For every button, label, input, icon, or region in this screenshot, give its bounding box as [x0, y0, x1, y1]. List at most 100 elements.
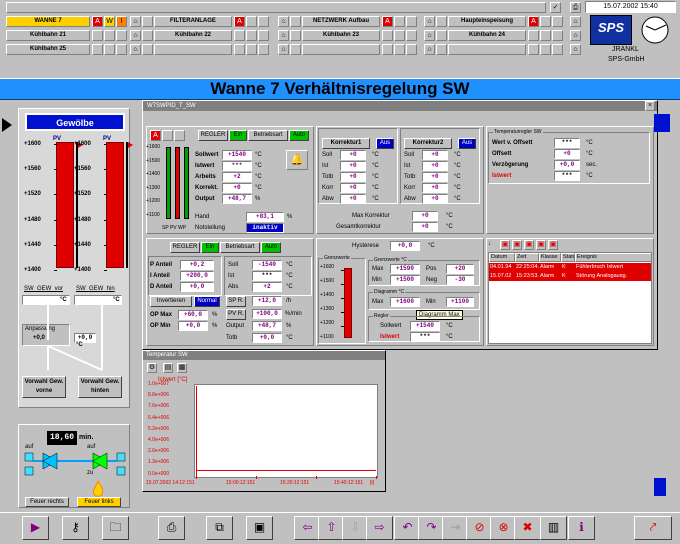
- notstellung-value[interactable]: inaktiv: [246, 223, 284, 233]
- bell-icon[interactable]: ⌂: [570, 16, 581, 27]
- status-kuehlbahn21[interactable]: Kühlbahn 21: [6, 30, 90, 41]
- korrektur-aus-button[interactable]: Aus: [376, 138, 394, 149]
- bell-icon[interactable]: ⌂: [424, 16, 435, 27]
- bell-icon[interactable]: ⌂: [278, 44, 289, 55]
- korrektur-aus-button[interactable]: Aus: [458, 138, 476, 149]
- pv-r-value[interactable]: +100,0: [252, 309, 282, 319]
- alarm-tool-icon[interactable]: ▣: [536, 240, 546, 250]
- grenz-pos-value[interactable]: +20: [446, 264, 474, 274]
- alarm-tool-icon[interactable]: ▣: [524, 240, 534, 250]
- grenz-max-value[interactable]: +1590: [390, 264, 420, 274]
- regler-row-value[interactable]: +2: [222, 172, 252, 182]
- alarm-tool-icon[interactable]: ▣: [512, 240, 522, 250]
- pv-r-button[interactable]: PV R.: [226, 309, 246, 320]
- folder-button[interactable]: 🗀: [102, 516, 129, 540]
- invertieren-button[interactable]: Invertieren: [150, 296, 192, 307]
- no-entry-button[interactable]: ⊘: [466, 516, 493, 540]
- bell-icon[interactable]: ⌂: [278, 16, 289, 27]
- trend-plot-area[interactable]: [194, 384, 378, 478]
- alarm-header-cell[interactable]: Ereignis: [575, 253, 651, 262]
- pid-row-value[interactable]: +0,0: [180, 282, 214, 292]
- korrektur-row-value[interactable]: +0: [340, 183, 366, 193]
- settings-icon[interactable]: ⚙: [147, 363, 157, 373]
- bell-icon[interactable]: ⌂: [130, 44, 141, 55]
- bell-icon[interactable]: ⌂: [130, 16, 141, 27]
- block-button[interactable]: ⊗: [490, 516, 517, 540]
- normal-button[interactable]: Normal: [194, 296, 220, 307]
- grenz-min-value[interactable]: +1500: [390, 275, 420, 285]
- status-haupteinspeisung[interactable]: Haupteinspeisung: [448, 16, 526, 27]
- op-min-value[interactable]: +0,0: [178, 321, 208, 331]
- status-wanne7[interactable]: WANNE 7: [6, 16, 90, 27]
- key-button[interactable]: ⚷: [62, 516, 89, 540]
- regler-row-value[interactable]: ***: [222, 161, 252, 171]
- display-button[interactable]: ▣: [246, 516, 273, 540]
- printer-button[interactable]: ⎙: [158, 516, 185, 540]
- copy-button[interactable]: ⧉: [206, 516, 233, 540]
- diagramm-min-value[interactable]: +1100: [446, 297, 474, 307]
- status-kuehlbahn25[interactable]: Kühlbahn 25: [6, 44, 90, 55]
- status-empty[interactable]: [154, 44, 232, 55]
- alarm-header-cell[interactable]: Datum: [489, 253, 515, 262]
- treg-row-value[interactable]: +0,0: [554, 160, 580, 170]
- status-kuehlbahn24[interactable]: Kühlbahn 24: [448, 30, 526, 41]
- mixer-button[interactable]: ✖: [514, 516, 541, 540]
- zoom-icon[interactable]: ▦: [177, 363, 187, 373]
- vorwahl-vorne-button[interactable]: Vorwahl Gew. vorne: [22, 376, 66, 398]
- status-filteranlage[interactable]: FILTERANLAGE: [154, 16, 232, 27]
- notes-button[interactable]: ▥: [540, 516, 567, 540]
- status-cell[interactable]: [6, 2, 546, 13]
- regler-row-value[interactable]: +1540: [222, 150, 252, 160]
- bell-icon[interactable]: ⌂: [570, 44, 581, 55]
- sp-r-value[interactable]: +12,0: [252, 296, 282, 306]
- korrektur-row-value[interactable]: +0: [422, 194, 448, 204]
- grenz-neg-value[interactable]: -30: [446, 275, 474, 285]
- exit-button[interactable]: ⤤: [634, 516, 672, 540]
- pid-row-value[interactable]: +200,0: [180, 271, 214, 281]
- feuer-rechts-button[interactable]: Feuer rechts: [25, 497, 69, 507]
- table-row[interactable]: 15.07.02 15:23:53.27Alarm K Störung Analoga…: [489, 272, 651, 281]
- korrektur-title-button[interactable]: Korrektur2: [404, 138, 452, 149]
- arrow-left-button[interactable]: ⇦: [294, 516, 321, 540]
- korrektur-row-value[interactable]: +0: [422, 172, 448, 182]
- play-button[interactable]: ▶: [22, 516, 49, 540]
- status-netzwerk[interactable]: NETZWERK Aufbau: [302, 16, 380, 27]
- alarm-header-cell[interactable]: Klasse: [539, 253, 561, 262]
- betriebsart2-button[interactable]: Betriebsart: [220, 242, 260, 253]
- auto2-button[interactable]: Auto: [261, 242, 281, 253]
- korrektur-row-value[interactable]: +0: [340, 194, 366, 204]
- check-icon[interactable]: ✓: [550, 2, 561, 13]
- alarm-header-cell[interactable]: Status: [561, 253, 575, 262]
- bell-button[interactable]: 🔔: [286, 150, 308, 170]
- status-kuehlbahn23[interactable]: Kühlbahn 23: [302, 30, 380, 41]
- totb-value[interactable]: +0,0: [252, 333, 282, 343]
- pid-row-value[interactable]: +0,2: [180, 260, 214, 270]
- betriebsart-button[interactable]: Betriebsart: [248, 130, 288, 141]
- sp-r-button[interactable]: SP R.: [226, 296, 246, 307]
- alarm-tool-icon[interactable]: ▣: [500, 240, 510, 250]
- close-icon[interactable]: ×: [645, 101, 655, 111]
- pid-right-value[interactable]: -1540: [252, 260, 282, 270]
- arrow-right-button[interactable]: ⇨: [366, 516, 393, 540]
- arrow-right-icon[interactable]: [2, 118, 12, 132]
- regler-button[interactable]: REGLER: [198, 130, 228, 141]
- bell-icon[interactable]: ⌂: [278, 30, 289, 41]
- korrektur-row-value[interactable]: +0: [422, 150, 448, 160]
- hand-value[interactable]: +83,1: [246, 212, 284, 222]
- status-empty[interactable]: [448, 44, 526, 55]
- korrektur-row-value[interactable]: +0: [340, 150, 366, 160]
- bell-icon[interactable]: ⌂: [424, 44, 435, 55]
- bell-icon[interactable]: ⌂: [570, 30, 581, 41]
- pid-right-value[interactable]: +2: [252, 282, 282, 292]
- auto-button[interactable]: Auto: [289, 130, 309, 141]
- undo-button[interactable]: ↶: [394, 516, 421, 540]
- chart-icon[interactable]: ▤: [163, 363, 173, 373]
- treg-row-value[interactable]: +0: [554, 149, 580, 159]
- forward-button[interactable]: ⇥: [442, 516, 469, 540]
- regler-row-value[interactable]: +0: [222, 183, 252, 193]
- bell-icon[interactable]: ⌂: [424, 30, 435, 41]
- vorwahl-hinten-button[interactable]: Vorwahl Gew. hinten: [78, 376, 122, 398]
- op-max-value[interactable]: +60,0: [178, 310, 208, 320]
- diagramm-max-value[interactable]: +1600: [390, 297, 420, 307]
- alarm-toolbar-arrow[interactable]: ↓: [488, 240, 491, 248]
